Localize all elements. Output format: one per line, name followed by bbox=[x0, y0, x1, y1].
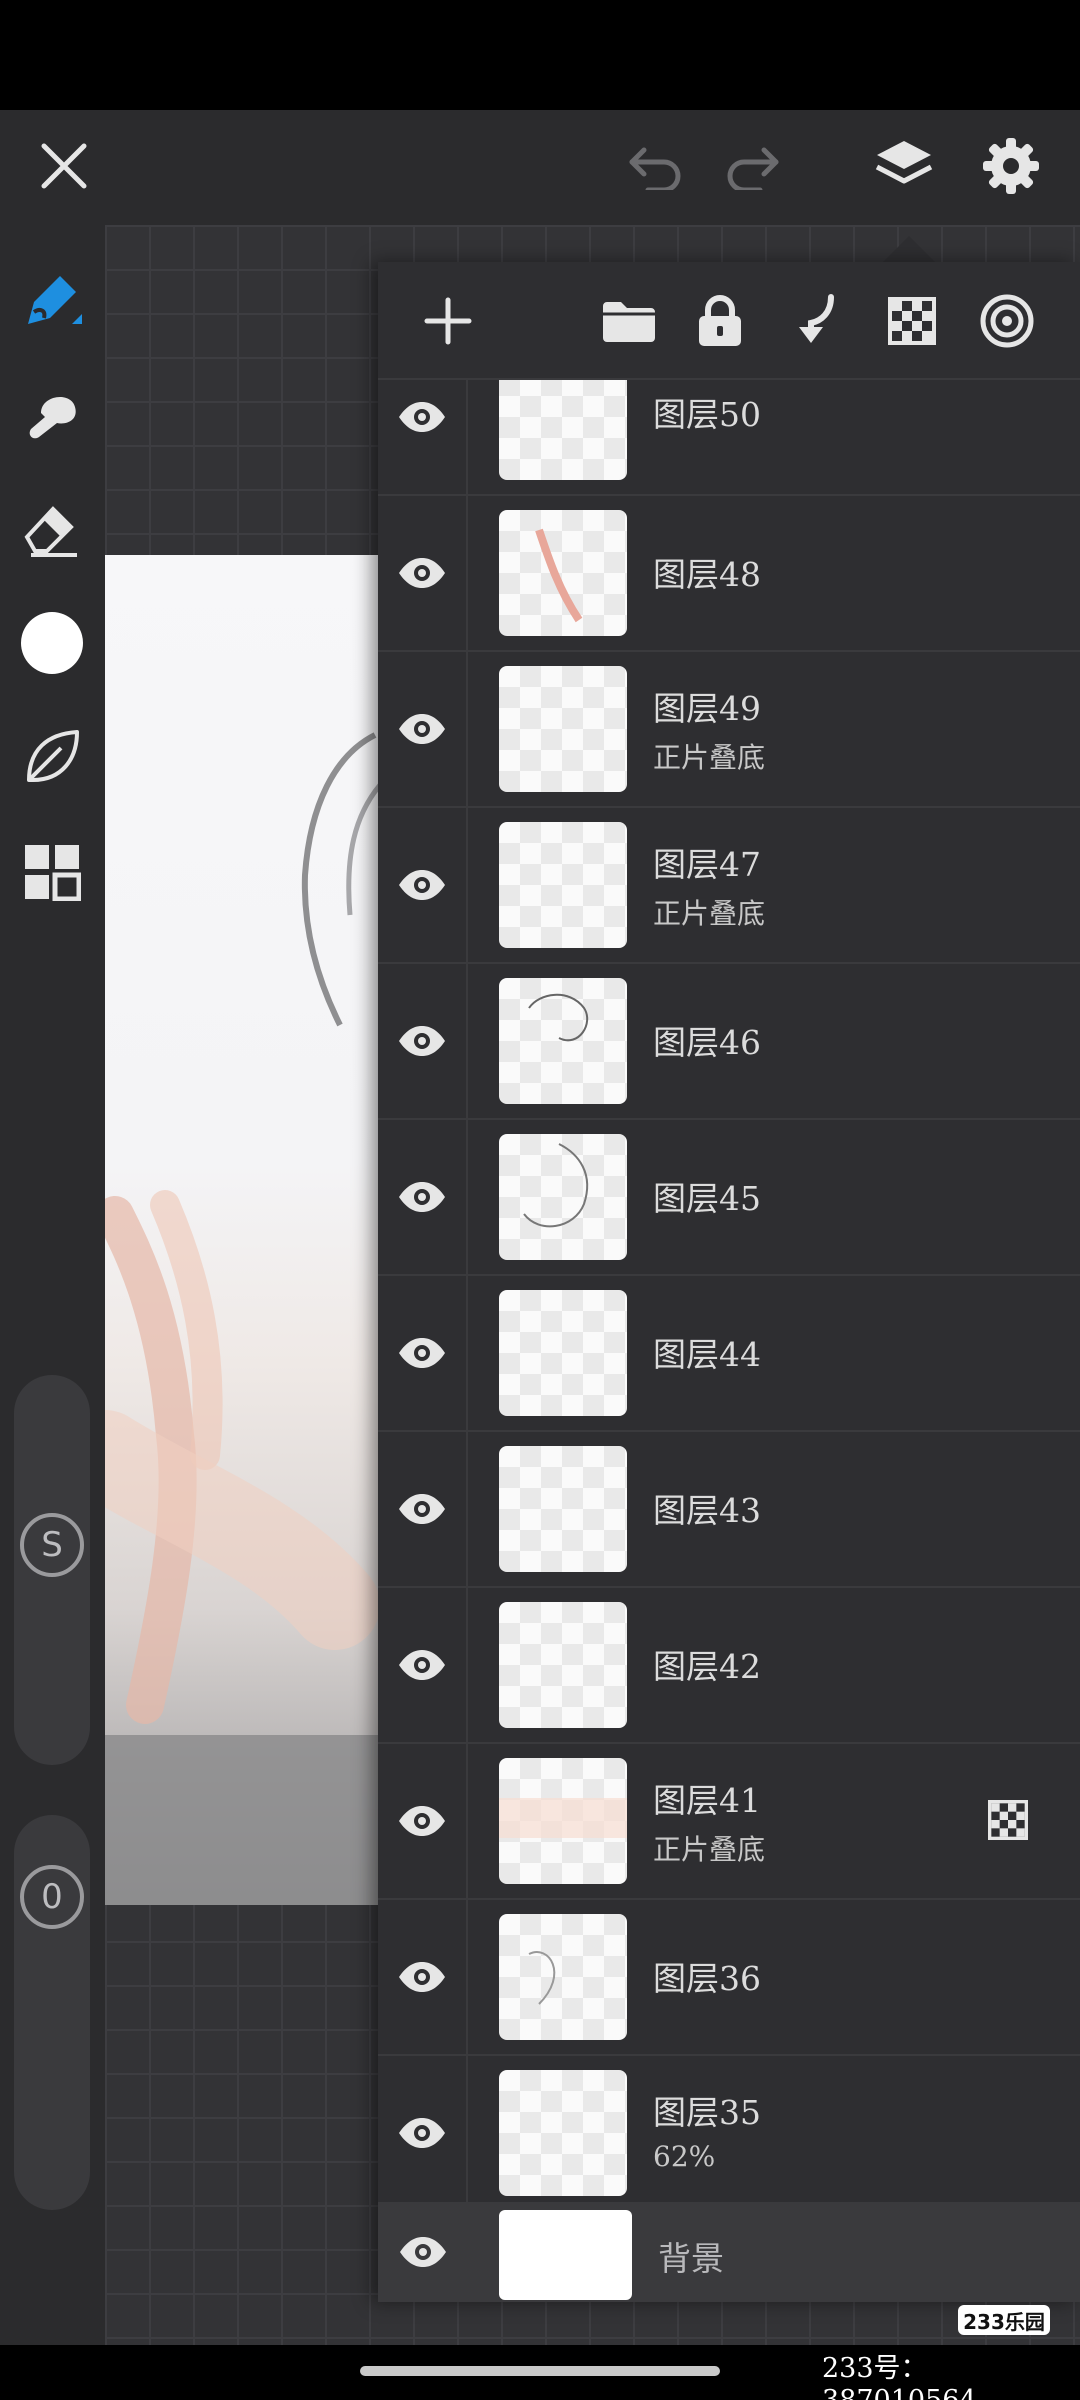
layer-row[interactable]: 图层45 bbox=[378, 1120, 1080, 1276]
smudge-icon[interactable] bbox=[14, 376, 90, 452]
target-icon[interactable] bbox=[970, 284, 1044, 358]
opacity-label: 0 bbox=[41, 1877, 63, 1917]
layer-row[interactable]: 图层36 bbox=[378, 1900, 1080, 2056]
layer-opacity-label: 62% bbox=[653, 2140, 716, 2173]
layer-name: 图层44 bbox=[653, 1335, 761, 1374]
undo-icon[interactable] bbox=[618, 128, 694, 204]
layer-row[interactable]: 图层41 正片叠底 bbox=[378, 1744, 1080, 1900]
layer-row[interactable]: 图层43 bbox=[378, 1432, 1080, 1588]
layer-name: 图层41 bbox=[653, 1781, 761, 1820]
layer-thumbnail bbox=[499, 380, 627, 480]
eraser-icon[interactable] bbox=[14, 490, 90, 566]
background-label: 背景 bbox=[658, 2239, 724, 2278]
watermark-id: 233号：387010564 bbox=[822, 2353, 977, 2400]
visibility-eye-icon[interactable] bbox=[378, 1900, 468, 2054]
settings-icon[interactable] bbox=[973, 128, 1049, 204]
visibility-eye-icon[interactable] bbox=[378, 1120, 468, 1274]
layers-panel-toolbar bbox=[378, 262, 1080, 380]
grid-icon[interactable] bbox=[14, 834, 90, 910]
visibility-eye-icon[interactable] bbox=[378, 1588, 468, 1742]
layer-name: 图层45 bbox=[653, 1179, 761, 1218]
opacity-knob[interactable]: 0 bbox=[14, 1859, 90, 1935]
visibility-eye-icon[interactable] bbox=[378, 1744, 468, 1898]
visibility-eye-icon[interactable] bbox=[378, 964, 468, 1118]
layer-row[interactable]: 图层47 正片叠底 bbox=[378, 808, 1080, 964]
visibility-eye-icon[interactable] bbox=[378, 496, 468, 650]
brush-size-knob[interactable]: S bbox=[14, 1507, 90, 1583]
layer-name: 图层48 bbox=[653, 555, 761, 594]
layers-icon[interactable] bbox=[866, 128, 942, 204]
visibility-eye-icon[interactable] bbox=[378, 1432, 468, 1586]
layers-panel: 图层50 图层48 图层49 正片叠底 图层47 正片叠底 图层46 图层45 … bbox=[378, 262, 1080, 2302]
watermark-logo: 233乐园 bbox=[958, 2305, 1050, 2335]
layer-name: 图层49 bbox=[653, 689, 761, 728]
color-swatch[interactable] bbox=[14, 605, 90, 681]
checkerboard-icon[interactable] bbox=[875, 284, 949, 358]
layer-row[interactable]: 图层48 bbox=[378, 496, 1080, 652]
layer-thumbnail bbox=[499, 666, 627, 792]
close-icon[interactable] bbox=[26, 128, 102, 204]
layer-name: 图层46 bbox=[653, 1023, 761, 1062]
artwork-canvas[interactable] bbox=[105, 555, 380, 1905]
panel-caret bbox=[883, 236, 935, 262]
layer-thumbnail bbox=[499, 510, 627, 636]
visibility-eye-icon[interactable] bbox=[378, 1276, 468, 1430]
layer-name: 图层36 bbox=[653, 1959, 761, 1998]
layer-thumbnail bbox=[499, 1758, 627, 1884]
layer-row[interactable]: 图层50 bbox=[378, 380, 1080, 496]
brush-size-slider[interactable]: S bbox=[14, 1375, 90, 1765]
visibility-eye-icon[interactable] bbox=[378, 380, 468, 494]
layer-thumbnail bbox=[499, 978, 627, 1104]
background-layer-row[interactable]: 背景 bbox=[378, 2202, 1080, 2302]
layer-name: 图层35 bbox=[653, 2093, 761, 2132]
layer-name: 图层47 bbox=[653, 845, 761, 884]
brush-size-label: S bbox=[41, 1525, 63, 1565]
layer-row[interactable]: 图层49 正片叠底 bbox=[378, 652, 1080, 808]
visibility-eye-icon[interactable] bbox=[378, 2202, 468, 2302]
clipping-checkerboard-icon[interactable] bbox=[988, 1800, 1028, 1840]
leaf-icon[interactable] bbox=[14, 719, 90, 795]
background-thumbnail bbox=[499, 2210, 632, 2300]
folder-icon[interactable] bbox=[592, 284, 666, 358]
lock-icon[interactable] bbox=[683, 284, 757, 358]
layer-row[interactable]: 图层42 bbox=[378, 1588, 1080, 1744]
add-icon[interactable] bbox=[411, 284, 485, 358]
layer-thumbnail bbox=[499, 1134, 627, 1260]
redo-icon[interactable] bbox=[714, 128, 790, 204]
layer-row[interactable]: 图层35 62% bbox=[378, 2056, 1080, 2202]
layer-thumbnail bbox=[499, 1290, 627, 1416]
visibility-eye-icon[interactable] bbox=[378, 2056, 468, 2202]
brush-icon[interactable] bbox=[14, 262, 90, 338]
layer-thumbnail bbox=[499, 1602, 627, 1728]
layer-name: 图层42 bbox=[653, 1647, 761, 1686]
home-indicator[interactable] bbox=[360, 2366, 720, 2376]
layer-thumbnail bbox=[499, 2070, 627, 2196]
layer-name: 图层50 bbox=[653, 395, 761, 434]
layer-thumbnail bbox=[499, 822, 627, 948]
layer-thumbnail bbox=[499, 1446, 627, 1572]
opacity-slider[interactable]: 0 bbox=[14, 1815, 90, 2210]
layer-thumbnail bbox=[499, 1914, 627, 2040]
blend-mode-label: 正片叠底 bbox=[653, 897, 766, 930]
visibility-eye-icon[interactable] bbox=[378, 652, 468, 806]
layer-name: 图层43 bbox=[653, 1491, 761, 1530]
visibility-eye-icon[interactable] bbox=[378, 808, 468, 962]
blend-mode-label: 正片叠底 bbox=[653, 741, 766, 774]
status-bar bbox=[0, 0, 1080, 110]
merge-down-icon[interactable] bbox=[778, 284, 852, 358]
blend-mode-label: 正片叠底 bbox=[653, 1833, 766, 1866]
layer-row[interactable]: 图层46 bbox=[378, 964, 1080, 1120]
layer-list[interactable]: 图层50 图层48 图层49 正片叠底 图层47 正片叠底 图层46 图层45 … bbox=[378, 380, 1080, 2202]
layer-row[interactable]: 图层44 bbox=[378, 1276, 1080, 1432]
